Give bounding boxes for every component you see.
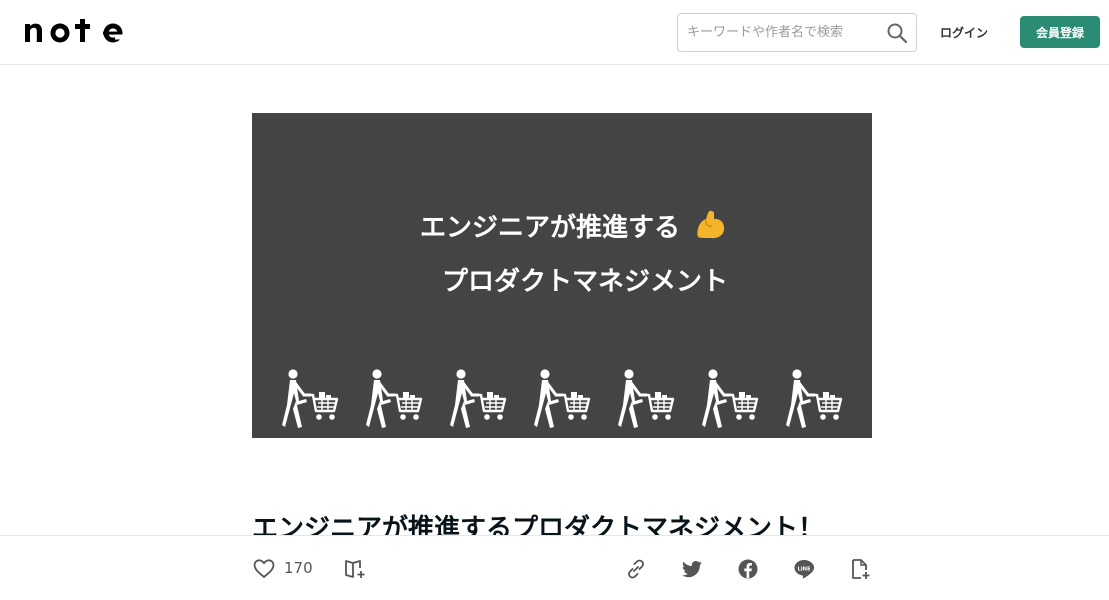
search-box[interactable] xyxy=(677,13,917,52)
search-icon[interactable] xyxy=(886,22,908,44)
shopper-icons xyxy=(282,369,843,428)
person-pushing-cart-icon xyxy=(702,369,759,428)
eyecatch-headline-line2: プロダクトマネジメント xyxy=(442,267,729,297)
svg-text:LINE: LINE xyxy=(797,566,811,572)
like-count: 170 xyxy=(284,559,313,577)
person-pushing-cart-icon xyxy=(618,369,675,428)
twitter-icon[interactable] xyxy=(679,556,705,582)
facebook-icon[interactable] xyxy=(735,556,761,582)
person-pushing-cart-icon xyxy=(282,369,339,428)
signup-button[interactable]: 会員登録 xyxy=(1020,16,1100,48)
person-pushing-cart-icon xyxy=(534,369,591,428)
magazine-add-icon[interactable] xyxy=(342,556,368,582)
line-icon[interactable]: LINE xyxy=(791,556,817,582)
person-pushing-cart-icon xyxy=(366,369,423,428)
login-button[interactable]: ログイン xyxy=(932,18,996,46)
article-action-bar: 170 LINE xyxy=(0,535,1109,600)
eyecatch-headline-line1: エンジニアが推進する xyxy=(420,213,681,243)
link-icon[interactable] xyxy=(623,556,649,582)
person-pushing-cart-icon xyxy=(786,369,843,428)
search-input[interactable] xyxy=(678,14,878,51)
note-logo[interactable] xyxy=(22,14,126,48)
site-header: ログイン 会員登録 xyxy=(0,0,1109,65)
article-title: エンジニアが推進するプロダクトマネジメント！ xyxy=(252,514,825,536)
flexed-biceps-icon xyxy=(692,207,728,243)
article-title-container: エンジニアが推進するプロダクトマネジメント！ xyxy=(252,512,872,536)
add-document-icon[interactable] xyxy=(847,556,873,582)
person-pushing-cart-icon xyxy=(450,369,507,428)
heart-icon[interactable] xyxy=(251,556,277,582)
article-eyecatch-image: エンジニアが推進する プロダクトマネジメント xyxy=(252,113,872,438)
